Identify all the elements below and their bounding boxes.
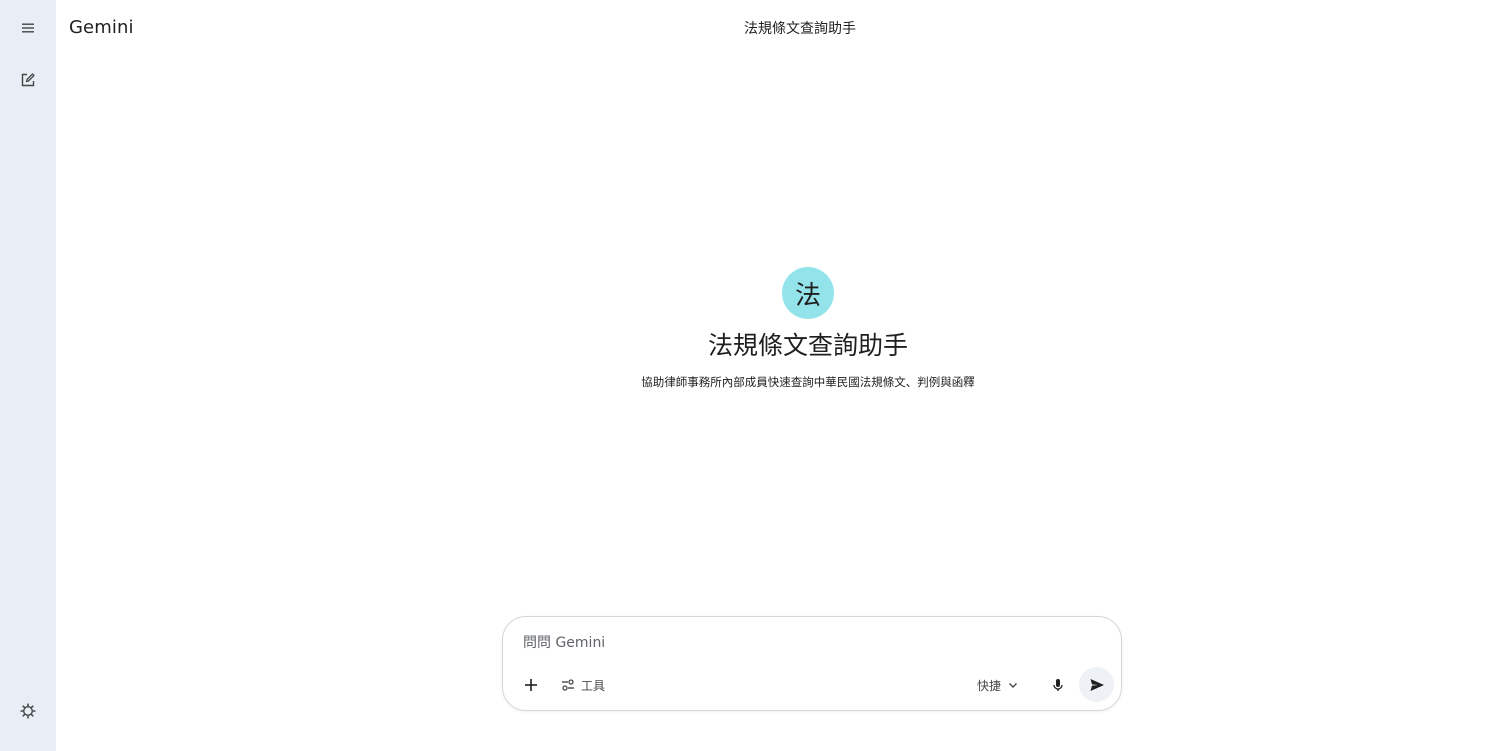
send-icon: [1090, 678, 1104, 691]
chevron-down-icon: [1009, 683, 1018, 688]
gem-intro: 法 法規條文查詢助手 協助律師事務所內部成員快速查詢中華民國法規條文、判例與函釋: [508, 267, 1108, 390]
tune-icon: [562, 679, 574, 691]
gem-avatar: 法: [782, 267, 834, 319]
microphone-button[interactable]: [1042, 669, 1074, 701]
gem-title: 法規條文查詢助手: [707, 331, 908, 360]
settings-icon: [20, 703, 36, 719]
prompt-composer: 工具 快捷: [502, 616, 1122, 711]
sidebar: [0, 0, 56, 751]
tools-label: 工具: [581, 678, 606, 693]
settings-button[interactable]: [9, 692, 47, 730]
main-menu-button[interactable]: [9, 9, 47, 47]
gemini-app: Gemini 法規條文查詢助手 法 法規條文查詢助手 協助律師事務所內部成員快速…: [0, 0, 1500, 751]
new-chat-button[interactable]: [9, 61, 47, 99]
menu-icon: [22, 23, 34, 33]
gem-avatar-letter: 法: [794, 280, 821, 311]
send-button[interactable]: [1079, 667, 1114, 702]
edit-icon: [21, 73, 35, 87]
prompt-input[interactable]: [523, 631, 1083, 655]
gem-description: 協助律師事務所內部成員快速查詢中華民國法規條文、判例與函釋: [641, 375, 975, 389]
microphone-icon: [1053, 679, 1063, 691]
model-mode-selector[interactable]: 快捷: [977, 672, 1019, 698]
brand-logo-text[interactable]: Gemini: [69, 17, 134, 38]
plus-icon: [525, 679, 537, 691]
add-attachment-button[interactable]: [515, 669, 547, 701]
conversation-title: 法規條文查詢助手: [744, 21, 856, 37]
tools-button[interactable]: 工具: [555, 671, 611, 699]
mode-label: 快捷: [977, 678, 1002, 693]
